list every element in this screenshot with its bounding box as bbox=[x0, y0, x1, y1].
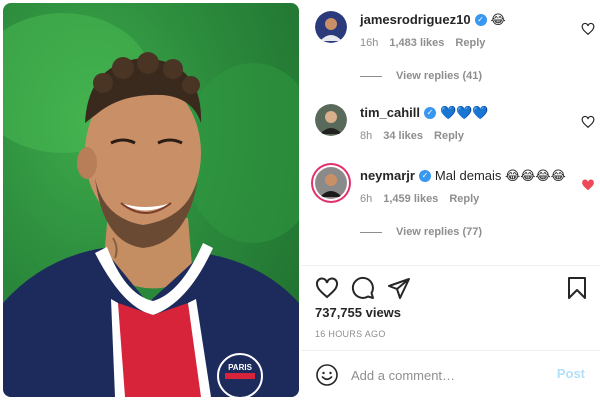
view-replies-button[interactable]: View replies (77) bbox=[360, 226, 482, 238]
action-bar bbox=[315, 276, 590, 302]
divider bbox=[301, 350, 600, 351]
comment-username[interactable]: jamesrodriguez10 bbox=[360, 11, 471, 29]
post-image[interactable]: PARIS bbox=[3, 3, 299, 397]
view-count[interactable]: 737,755 views bbox=[315, 305, 401, 320]
view-replies-button[interactable]: View replies (41) bbox=[360, 70, 482, 82]
add-comment-bar: Post bbox=[301, 352, 600, 400]
verified-badge-icon: ✓ bbox=[474, 14, 487, 26]
comment-likes[interactable]: 1,483 likes bbox=[389, 37, 444, 49]
comment-text: Mal demais 😂😂😂😂 bbox=[434, 168, 566, 183]
avatar[interactable] bbox=[315, 11, 347, 43]
smiley-icon[interactable] bbox=[315, 363, 339, 387]
post-button[interactable]: Post bbox=[557, 366, 585, 381]
reply-button[interactable]: Reply bbox=[434, 130, 464, 142]
post-time[interactable]: 16 HOURS AGO bbox=[315, 329, 386, 339]
avatar[interactable] bbox=[315, 104, 347, 136]
paper-plane-icon[interactable] bbox=[387, 276, 411, 300]
comment-text: 💙💙💙 bbox=[439, 105, 489, 120]
comment-text: 😂 bbox=[490, 12, 506, 27]
comment-time[interactable]: 6h bbox=[360, 193, 372, 205]
comment-like-icon[interactable] bbox=[581, 22, 595, 36]
comment-time[interactable]: 8h bbox=[360, 130, 372, 142]
comment-liked-heart-icon[interactable] bbox=[581, 178, 595, 192]
comment-bubble-icon[interactable] bbox=[351, 276, 375, 300]
heart-outline-icon[interactable] bbox=[315, 276, 339, 300]
reply-button[interactable]: Reply bbox=[455, 37, 485, 49]
verified-badge-icon: ✓ bbox=[423, 107, 436, 119]
verified-badge-icon: ✓ bbox=[418, 170, 431, 182]
comments-panel: jamesrodriguez10 ✓ 😂 16h 1,483 likes Rep… bbox=[301, 0, 600, 400]
comment-time[interactable]: 16h bbox=[360, 37, 378, 49]
comment-username[interactable]: tim_cahill bbox=[360, 104, 420, 122]
reply-button[interactable]: Reply bbox=[449, 193, 479, 205]
badge-text: PARIS bbox=[228, 363, 253, 372]
comment-likes[interactable]: 34 likes bbox=[383, 130, 423, 142]
comment-like-icon[interactable] bbox=[581, 115, 595, 129]
comment-likes[interactable]: 1,459 likes bbox=[383, 193, 438, 205]
bookmark-icon[interactable] bbox=[565, 276, 589, 300]
avatar[interactable] bbox=[315, 167, 347, 199]
comment-input[interactable] bbox=[351, 364, 541, 386]
comment-username[interactable]: neymarjr bbox=[360, 167, 415, 185]
divider bbox=[301, 265, 600, 266]
player-photo: PARIS bbox=[3, 13, 299, 397]
